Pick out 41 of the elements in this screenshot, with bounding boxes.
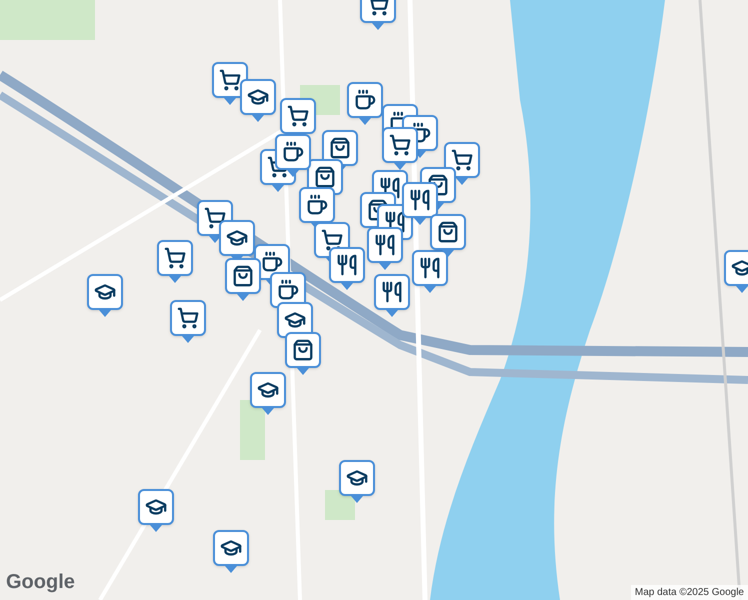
map-marker[interactable] — [285, 332, 321, 376]
cart-icon — [287, 105, 309, 127]
cart-icon — [164, 247, 186, 269]
bag-icon — [292, 339, 314, 361]
map-marker[interactable] — [275, 134, 311, 178]
cart-icon — [321, 229, 343, 251]
cart-icon — [451, 149, 473, 171]
fork-knife-icon — [409, 189, 431, 211]
bag-icon — [232, 265, 254, 287]
bag-icon — [329, 137, 351, 159]
map-marker[interactable] — [367, 227, 403, 271]
cart-icon — [389, 134, 411, 156]
cart-icon — [177, 307, 199, 329]
map-marker[interactable] — [213, 530, 249, 574]
fork-knife-icon — [384, 211, 406, 233]
map-marker[interactable] — [339, 460, 375, 504]
map-marker[interactable] — [87, 274, 123, 318]
bag-icon — [437, 221, 459, 243]
fork-knife-icon — [374, 234, 396, 256]
google-logo: Google — [6, 570, 75, 595]
map-marker[interactable] — [402, 182, 438, 226]
map-marker[interactable] — [412, 250, 448, 294]
map-marker[interactable] — [347, 82, 383, 126]
bag-icon — [314, 166, 336, 188]
map-marker[interactable] — [382, 127, 418, 171]
map-marker[interactable] — [430, 214, 466, 258]
map-marker[interactable] — [225, 258, 261, 302]
map-marker[interactable] — [329, 247, 365, 291]
map-marker[interactable] — [240, 79, 276, 123]
fork-knife-icon — [379, 177, 401, 199]
map-attribution: Map data ©2025 Google — [630, 585, 748, 600]
map-marker[interactable] — [157, 240, 193, 284]
map-marker[interactable] — [374, 274, 410, 318]
cart-icon — [219, 69, 241, 91]
fork-knife-icon — [336, 254, 358, 276]
map-marker[interactable] — [138, 489, 174, 533]
map-marker[interactable] — [250, 372, 286, 416]
map-marker[interactable] — [360, 0, 396, 31]
fork-knife-icon — [419, 257, 441, 279]
fork-knife-icon — [381, 281, 403, 303]
map-marker[interactable] — [170, 300, 206, 344]
